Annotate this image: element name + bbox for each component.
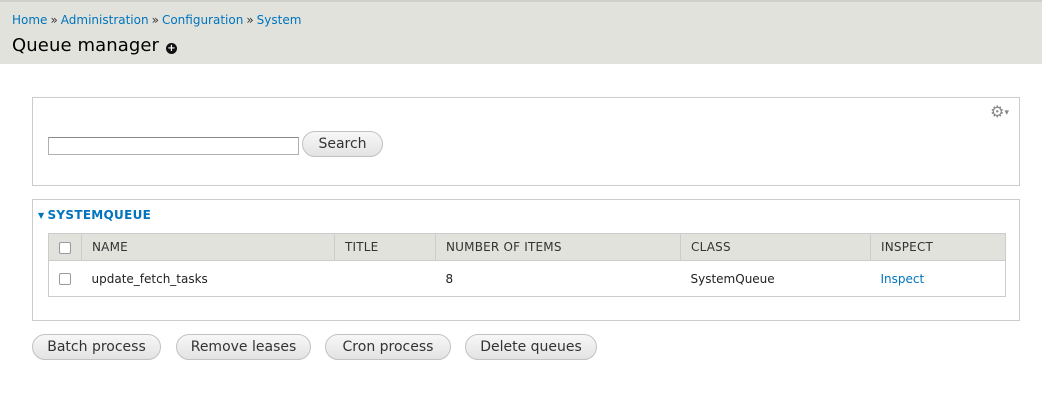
column-header-class[interactable]: CLASS bbox=[680, 233, 871, 261]
queue-class: SystemQueue bbox=[680, 260, 871, 297]
delete-queues-button[interactable]: Delete queues bbox=[465, 334, 597, 360]
search-input[interactable] bbox=[48, 137, 299, 155]
remove-leases-button[interactable]: Remove leases bbox=[176, 334, 311, 360]
batch-process-button[interactable]: Batch process bbox=[32, 334, 161, 360]
breadcrumb-separator: » bbox=[50, 13, 58, 27]
gear-icon[interactable]: ⚙▾ bbox=[990, 102, 1009, 121]
queue-item-count: 8 bbox=[435, 260, 681, 297]
filter-panel: ⚙▾ Search bbox=[32, 97, 1020, 186]
cron-process-button[interactable]: Cron process bbox=[325, 334, 451, 360]
table-header-row: NAME TITLE NUMBER OF ITEMS CLASS INSPECT bbox=[48, 233, 1006, 261]
queue-group-systemqueue: ▼ SYSTEMQUEUE NAME TITLE NUMBER OF ITEMS … bbox=[32, 199, 1020, 321]
select-all-checkbox[interactable] bbox=[59, 241, 71, 254]
inspect-link[interactable]: Inspect bbox=[881, 272, 925, 286]
page-header: Home» Administration» Configuration» System… bbox=[0, 0, 1042, 64]
breadcrumb-system[interactable]: System bbox=[257, 13, 302, 27]
queue-table: NAME TITLE NUMBER OF ITEMS CLASS INSPECT… bbox=[48, 233, 1006, 297]
column-header-name[interactable]: NAME bbox=[81, 233, 335, 261]
column-header-number-of-items[interactable]: NUMBER OF ITEMS bbox=[435, 233, 681, 261]
collapse-triangle-icon: ▼ bbox=[38, 211, 45, 220]
queue-group-legend: SYSTEMQUEUE bbox=[47, 208, 152, 222]
row-select-cell bbox=[48, 260, 82, 297]
select-all-cell bbox=[48, 233, 82, 261]
page-title: Queue manager bbox=[12, 35, 160, 56]
breadcrumb-home[interactable]: Home bbox=[12, 13, 47, 27]
table-row: update_fetch_tasks 8 SystemQueue Inspect bbox=[48, 260, 1006, 297]
row-checkbox[interactable] bbox=[59, 273, 71, 285]
breadcrumb-separator: » bbox=[246, 13, 254, 27]
inspect-cell: Inspect bbox=[870, 260, 1006, 297]
breadcrumb: Home» Administration» Configuration» System bbox=[12, 13, 301, 27]
breadcrumb-configuration[interactable]: Configuration bbox=[162, 13, 243, 27]
chevron-down-icon: ▾ bbox=[1004, 108, 1009, 118]
queue-title bbox=[334, 260, 436, 297]
queue-group-toggle[interactable]: ▼ SYSTEMQUEUE bbox=[38, 208, 151, 222]
column-header-inspect: INSPECT bbox=[870, 233, 1006, 261]
breadcrumb-separator: » bbox=[151, 13, 159, 27]
queue-name: update_fetch_tasks bbox=[81, 260, 335, 297]
search-button[interactable]: Search bbox=[302, 131, 383, 157]
column-header-title[interactable]: TITLE bbox=[334, 233, 436, 261]
add-shortcut-icon[interactable]: + bbox=[166, 43, 177, 54]
breadcrumb-administration[interactable]: Administration bbox=[61, 13, 149, 27]
